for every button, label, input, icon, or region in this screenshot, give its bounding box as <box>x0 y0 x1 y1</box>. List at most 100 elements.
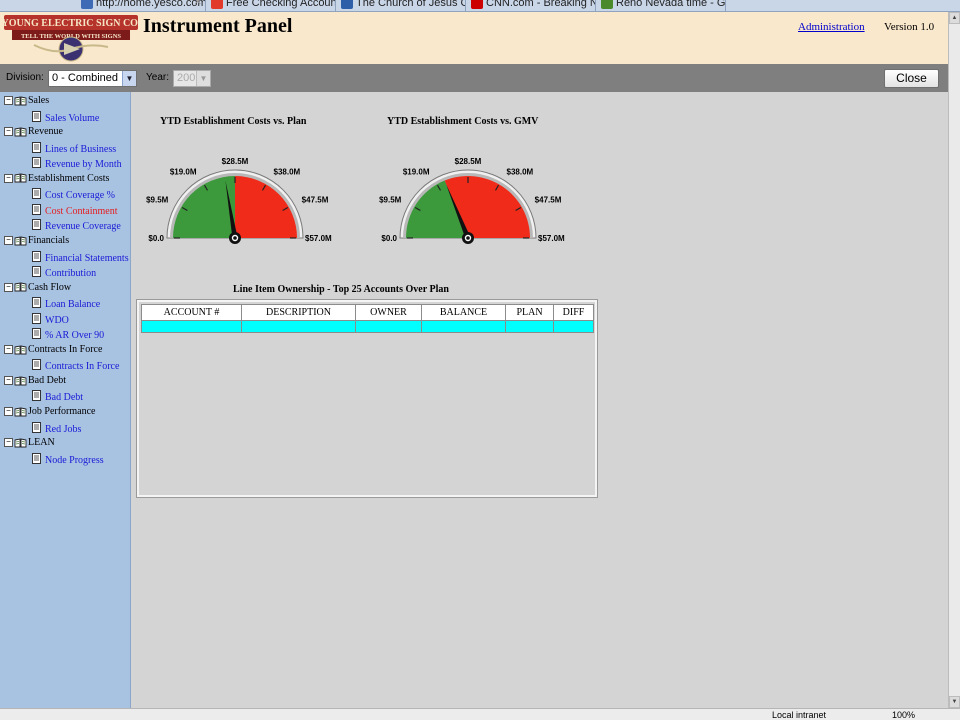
sidebar-group-job-performance[interactable]: − Job Performance <box>4 406 95 420</box>
collapse-icon[interactable]: − <box>4 127 13 137</box>
sidebar-group-financials[interactable]: − Financials <box>4 235 69 249</box>
sidebar-item-revenue-coverage[interactable]: Revenue Coverage <box>32 219 121 233</box>
table-cell <box>355 320 422 333</box>
sidebar-item-cost-containment[interactable]: Cost Containment <box>32 203 118 218</box>
gauge-green-zone <box>173 176 235 238</box>
collapse-icon[interactable]: − <box>4 282 13 292</box>
app-header: YOUNG ELECTRIC SIGN CO. TELL THE WORLD W… <box>0 12 948 64</box>
sidebar-group-label: Establishment Costs <box>28 172 110 184</box>
sidebar-item-financial-statements[interactable]: Financial Statements <box>32 250 129 265</box>
document-icon <box>32 141 41 153</box>
favicon-icon <box>471 0 483 9</box>
book-icon <box>14 236 27 246</box>
table-header-row: ACCOUNT # DESCRIPTION OWNER BALANCE PLAN DIFF <box>141 304 594 321</box>
sidebar-item-cost-coverage-[interactable]: Cost Coverage % <box>32 188 115 202</box>
document-icon <box>32 328 41 340</box>
collapse-icon[interactable]: − <box>4 173 13 183</box>
column-header[interactable]: ACCOUNT # <box>141 304 242 321</box>
document-icon <box>32 188 41 200</box>
gauge-tick-label: $57.0M <box>538 234 565 243</box>
browser-tab-label: The Church of Jesus Christ ... <box>356 0 465 9</box>
sidebar-item--ar-over-90[interactable]: % AR Over 90 <box>32 328 104 342</box>
sidebar-item-loan-balance[interactable]: Loan Balance <box>32 297 100 311</box>
sidebar-item-revenue-by-month[interactable]: Revenue by Month <box>32 157 122 171</box>
table-cell <box>505 320 554 333</box>
browser-status-bar: Local intranet 100% <box>0 708 960 720</box>
scroll-down-icon[interactable]: ▼ <box>949 696 960 708</box>
column-header[interactable]: DIFF <box>553 304 594 321</box>
ownership-table-container: ACCOUNT # DESCRIPTION OWNER BALANCE PLAN DIFF <box>136 299 598 498</box>
collapse-icon[interactable]: − <box>4 376 13 386</box>
column-header[interactable]: PLAN <box>505 304 554 321</box>
column-header[interactable]: OWNER <box>355 304 422 321</box>
column-header[interactable]: BALANCE <box>421 304 506 321</box>
book-icon <box>14 376 27 386</box>
sidebar-item-label: Bad Debt <box>45 392 84 404</box>
sidebar-group-label: Contracts In Force <box>28 343 103 355</box>
gauge-tick-label: $0.0 <box>148 234 164 243</box>
book-icon <box>14 344 27 354</box>
zoom-level[interactable]: 100% <box>892 710 915 720</box>
administration-link[interactable]: Administration <box>798 21 865 33</box>
browser-tab[interactable]: The Church of Jesus Christ ... <box>338 0 466 11</box>
sidebar-group-bad-debt[interactable]: − Bad Debt <box>4 375 66 389</box>
collapse-icon[interactable]: − <box>4 96 13 106</box>
favicon-icon <box>211 0 223 9</box>
collapse-icon[interactable]: − <box>4 236 13 246</box>
sidebar-item-red-jobs[interactable]: Red Jobs <box>32 421 82 436</box>
book-icon <box>14 127 27 137</box>
division-select[interactable]: 0 - Combined ▼ <box>48 70 137 87</box>
sidebar-group-lean[interactable]: − LEAN <box>4 437 55 451</box>
browser-tab[interactable]: http://home.yesco.com/...✕ <box>78 0 206 11</box>
sidebar-item-label: Revenue Coverage <box>45 221 121 233</box>
sidebar-group-contracts-in-force[interactable]: − Contracts In Force <box>4 344 102 358</box>
close-button[interactable]: Close <box>884 69 939 88</box>
browser-tab[interactable]: CNN.com - Breaking News, ... <box>468 0 596 11</box>
sidebar-group-sales[interactable]: − Sales <box>4 95 49 109</box>
chevron-down-icon[interactable]: ▼ <box>122 71 136 86</box>
favicon-icon <box>341 0 353 9</box>
sidebar-item-bad-debt[interactable]: Bad Debt <box>32 390 83 404</box>
table-cell <box>241 320 356 333</box>
sidebar-group-label: Revenue <box>28 126 63 138</box>
sidebar-group-label: Job Performance <box>28 406 96 417</box>
sidebar-item-label: Red Jobs <box>45 423 82 435</box>
collapse-icon[interactable]: − <box>4 438 13 448</box>
svg-text:YOUNG ELECTRIC SIGN CO.: YOUNG ELECTRIC SIGN CO. <box>4 18 138 29</box>
document-icon <box>32 250 41 262</box>
sidebar-item-contribution[interactable]: Contribution <box>32 266 96 280</box>
table-row[interactable] <box>141 320 594 333</box>
book-icon <box>14 282 27 292</box>
gauge-title-gmv: YTD Establishment Costs vs. GMV <box>387 116 539 127</box>
division-select-value: 0 - Combined <box>52 72 119 84</box>
sidebar-item-node-progress[interactable]: Node Progress <box>32 452 104 467</box>
gauge-tick-label: $28.5M <box>455 157 482 166</box>
sidebar-item-contracts-in-force[interactable]: Contracts In Force <box>32 359 119 373</box>
sidebar-item-label: Node Progress <box>45 454 104 466</box>
sidebar-group-cash-flow[interactable]: − Cash Flow <box>4 282 71 296</box>
gauge-tick-label: $9.5M <box>146 196 169 205</box>
sidebar-group-revenue[interactable]: − Revenue <box>4 126 63 140</box>
sidebar-item-lines-of-business[interactable]: Lines of Business <box>32 141 116 156</box>
browser-tab[interactable]: Reno Nevada time - Google ... <box>598 0 726 11</box>
browser-tab[interactable]: Free Checking Account <box>208 0 336 11</box>
scroll-up-icon[interactable]: ▲ <box>949 12 960 24</box>
ownership-table: ACCOUNT # DESCRIPTION OWNER BALANCE PLAN DIFF <box>141 304 594 333</box>
collapse-icon[interactable]: − <box>4 345 13 354</box>
browser-tab-label: Reno Nevada time - Google ... <box>616 0 726 9</box>
sidebar-item-wdo[interactable]: WDO <box>32 312 69 327</box>
document-icon <box>32 421 41 433</box>
company-logo: YOUNG ELECTRIC SIGN CO. TELL THE WORLD W… <box>4 15 138 62</box>
column-header[interactable]: DESCRIPTION <box>241 304 356 321</box>
close-tab-icon[interactable]: ✕ <box>194 0 202 11</box>
sidebar-group-label: Financials <box>28 234 70 246</box>
browser-tab-label: CNN.com - Breaking News, ... <box>486 0 595 9</box>
sidebar-item-sales-volume[interactable]: Sales Volume <box>32 110 99 125</box>
vertical-scrollbar[interactable]: ▲ ▼ <box>948 12 960 708</box>
collapse-icon[interactable]: − <box>4 407 13 417</box>
document-icon <box>32 312 41 324</box>
sidebar-group-establishment-costs[interactable]: − Establishment Costs <box>4 173 109 187</box>
gauge-plan: $0.0 $9.5M $19.0M $28.5M $38.0M $47.5M $57.0M <box>146 157 332 244</box>
table-cell <box>553 320 594 333</box>
document-icon <box>32 110 41 122</box>
